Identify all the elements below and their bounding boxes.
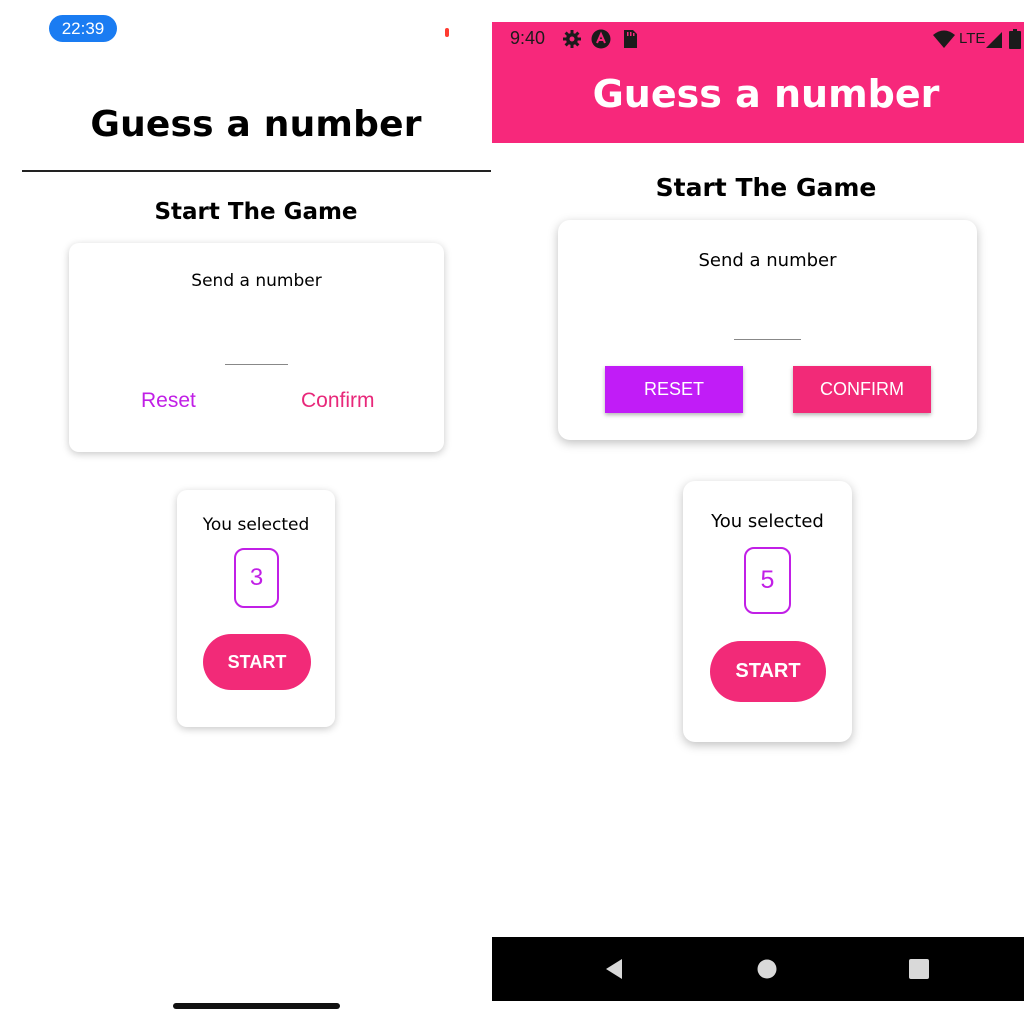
signal-icon [986, 32, 1002, 48]
ios-screen: 22:39 Guess a number Start The Game Send… [0, 0, 492, 1024]
selected-label: You selected [711, 511, 824, 532]
recents-icon[interactable] [907, 957, 931, 981]
wifi-icon [933, 30, 955, 48]
header-title: Guess a number [90, 104, 422, 145]
home-icon[interactable] [755, 957, 779, 981]
selected-number-card: You selected 3 START [177, 490, 335, 727]
start-game-button[interactable]: START [710, 641, 826, 702]
number-input[interactable] [225, 341, 288, 365]
app-notification-icon [591, 29, 611, 49]
status-time: 9:40 [510, 28, 546, 48]
network-type-label: LTE [959, 30, 986, 47]
number-input-card: Send a number RESET CONFIRM [558, 220, 977, 440]
start-game-button[interactable]: START [203, 634, 311, 690]
confirm-button[interactable]: CONFIRM [793, 366, 931, 413]
reset-button[interactable]: Reset [141, 389, 196, 413]
selected-number-card: You selected 5 START [683, 481, 852, 742]
selected-label: You selected [202, 515, 310, 535]
header-title: Guess a number [592, 72, 940, 116]
input-card-label: Send a number [191, 271, 322, 291]
number-input[interactable] [734, 314, 801, 340]
recording-indicator-icon [445, 28, 449, 37]
navigation-bar [492, 937, 1024, 1001]
input-card-label: Send a number [698, 250, 837, 271]
screen-subtitle: Start The Game [655, 173, 877, 202]
confirm-button[interactable]: Confirm [301, 389, 375, 413]
android-screen: 9:40 LTE Guess a number Start The Game S… [492, 0, 1024, 1024]
status-bar: 9:40 LTE [492, 22, 1024, 56]
selected-number-box: 3 [234, 548, 279, 608]
reset-button[interactable]: RESET [605, 366, 743, 413]
header-divider [22, 170, 491, 172]
sd-card-icon [624, 30, 637, 48]
number-input-card: Send a number Reset Confirm [69, 243, 444, 452]
battery-icon [1009, 29, 1021, 49]
app-header: 9:40 LTE Guess a number [492, 22, 1024, 143]
home-indicator[interactable] [173, 1003, 340, 1009]
selected-number-box: 5 [744, 547, 791, 614]
screen-subtitle: Start The Game [154, 199, 358, 225]
back-icon[interactable] [602, 957, 626, 981]
gear-icon [563, 30, 581, 48]
status-time-pill: 22:39 [49, 15, 117, 42]
